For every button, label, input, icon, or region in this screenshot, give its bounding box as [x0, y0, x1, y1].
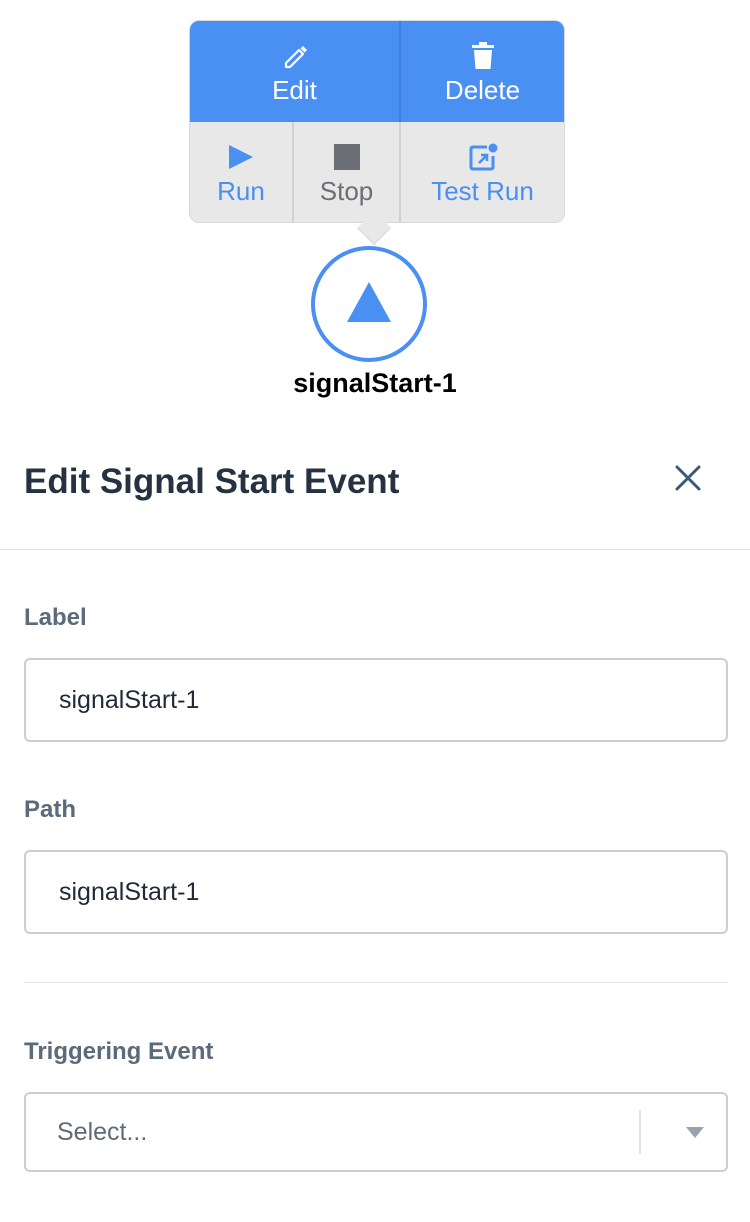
- label-field-label: Label: [24, 604, 87, 631]
- stop-label: Stop: [319, 176, 374, 206]
- play-icon: [228, 142, 254, 172]
- delete-button[interactable]: Delete: [401, 21, 564, 122]
- select-separator: [639, 1110, 641, 1154]
- select-placeholder: Select...: [57, 1118, 148, 1146]
- run-button[interactable]: Run: [190, 122, 294, 222]
- stop-button[interactable]: Stop: [294, 122, 401, 222]
- close-icon: [675, 465, 701, 496]
- panel-header: Edit Signal Start Event: [0, 440, 750, 550]
- toolbar-secondary-row: Run Stop Test Run: [190, 122, 564, 222]
- toolbar-primary-row: Edit Delete: [190, 21, 564, 122]
- label-input[interactable]: [24, 658, 728, 742]
- pencil-icon: [282, 41, 308, 71]
- test-run-button[interactable]: Test Run: [401, 122, 564, 222]
- path-field-label: Path: [24, 796, 77, 823]
- path-input[interactable]: [24, 850, 728, 934]
- node-context-toolbar: Edit Delete Run Stop Test Run: [189, 20, 565, 223]
- triggering-event-select[interactable]: Select...: [24, 1092, 728, 1172]
- section-divider: [24, 982, 728, 983]
- edit-button[interactable]: Edit: [190, 21, 401, 122]
- panel-title: Edit Signal Start Event: [24, 462, 400, 501]
- test-run-label: Test Run: [431, 176, 534, 206]
- canvas: Edit Delete Run Stop Test Run signalStar…: [0, 0, 750, 1222]
- edit-label: Edit: [272, 75, 317, 105]
- trash-icon: [471, 41, 494, 71]
- triggering-event-label: Triggering Event: [24, 1038, 214, 1065]
- stop-icon: [333, 142, 360, 172]
- run-label: Run: [217, 176, 265, 206]
- signal-start-node[interactable]: [311, 246, 427, 362]
- test-run-icon: [468, 142, 498, 172]
- chevron-down-icon[interactable]: [686, 1126, 704, 1138]
- node-label: signalStart-1: [293, 368, 457, 398]
- signal-triangle-icon: [346, 281, 392, 328]
- delete-label: Delete: [444, 75, 521, 105]
- close-button[interactable]: [672, 464, 704, 496]
